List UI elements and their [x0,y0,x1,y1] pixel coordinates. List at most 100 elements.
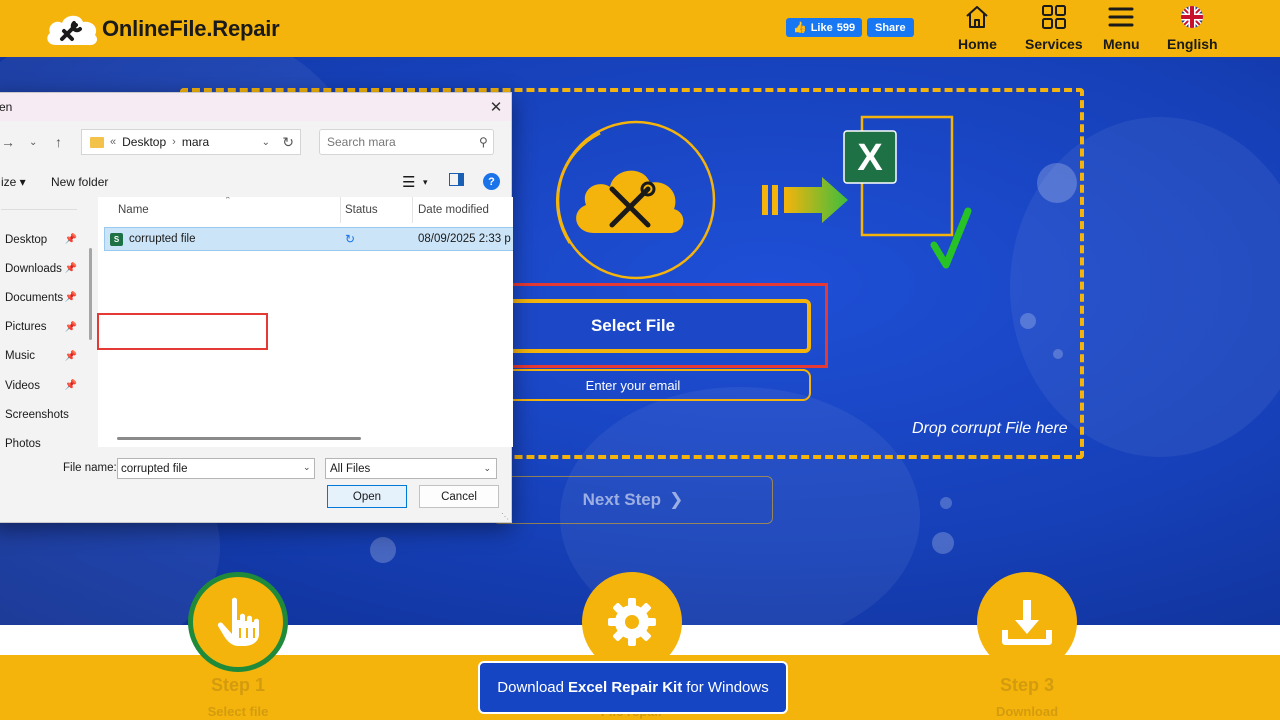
file-name-input[interactable] [117,458,315,479]
preview-pane-icon[interactable] [449,173,464,186]
file-date: 08/09/2025 2:33 p [418,233,511,245]
brand-name: OnlineFile.Repair [102,16,280,41]
sidebar-scrollbar[interactable] [89,248,92,340]
sort-up-icon: ⌃ [224,197,232,205]
new-folder-button[interactable]: New folder [51,175,108,189]
facebook-share-button[interactable]: Share [867,18,914,37]
download-product: Excel Repair Kit [567,679,683,696]
file-name: corrupted file [129,233,196,245]
file-list-horizontal-scrollbar[interactable] [117,437,361,440]
sidebar-item-photos[interactable]: Photos [0,429,87,458]
excel-file-icon: S [110,232,123,246]
sidebar-item-label: Downloads [5,262,62,275]
uk-flag-icon [1181,6,1204,28]
brand-logo[interactable]: OnlineFile.Repair [44,9,280,49]
search-input[interactable] [319,129,494,155]
nav-services-label: Services [1025,36,1083,52]
breadcrumb-mara[interactable]: mara [182,135,209,149]
file-row-highlight-box [97,313,268,350]
pin-icon: 📌 [64,263,77,275]
up-arrow-icon[interactable]: ↑ [55,129,62,155]
sidebar-item-music[interactable]: Music 📌 [0,342,87,371]
sidebar-item-downloads[interactable]: Downloads 📌 [0,254,87,283]
sidebar-item-screenshots[interactable]: Screenshots [0,400,87,429]
cloud-wrench-logo-icon [47,15,98,46]
breadcrumb-desktop[interactable]: Desktop [122,135,166,149]
drop-hint-text: Drop corrupt File here [912,420,1068,437]
help-icon[interactable]: ? [483,173,500,190]
dialog-title-bar: en ✕ [0,93,511,121]
nav-language[interactable]: English [1167,4,1218,52]
file-name-label: File name: [63,462,117,474]
sidebar-item-label: Documents [5,291,64,304]
sidebar-item-label: Videos [5,379,40,392]
step-1-circle [188,572,288,672]
nav-services[interactable]: Services [1025,4,1083,52]
pin-icon: 📌 [64,234,77,246]
sidebar-item-label: Music [5,350,36,363]
thumbs-up-icon: 👍 [793,22,807,34]
pin-icon: 📌 [64,350,77,362]
pin-icon: 📌 [64,292,77,304]
organize-button[interactable]: ize ▾ [1,175,26,189]
file-list-header: Name ⌃ Status Date modified [98,197,513,223]
step-1-sub: Select file [207,704,269,719]
download-repair-kit-button[interactable]: Download Excel Repair Kit for Windows [478,661,788,714]
column-status[interactable]: Status [345,204,378,216]
sidebar-item-label: Desktop [5,233,48,246]
sidebar-item-pictures[interactable]: Pictures 📌 [0,313,87,342]
nav-menu-label: Menu [1103,36,1140,52]
sidebar-item-label: Pictures [5,321,47,334]
file-type-select[interactable]: All Files ⌄ [325,458,497,479]
cancel-button[interactable]: Cancel [419,485,499,508]
step-2-circle [582,572,682,672]
fb-like-label: Like [810,21,833,34]
file-row[interactable]: S corrupted file ↻ 08/09/2025 2:33 p [104,227,513,251]
sidebar-item-desktop[interactable]: Desktop 📌 [0,225,87,254]
column-name[interactable]: Name [118,204,149,216]
forward-arrow-icon[interactable]: → [1,129,15,155]
organize-label: ize [1,175,17,189]
sidebar-item-documents[interactable]: Documents 📌 [0,283,87,312]
step-3-circle [977,572,1077,672]
view-options-icon[interactable]: ☰ [402,173,415,191]
refresh-icon[interactable]: ↻ [282,134,294,151]
nav-menu[interactable]: Menu [1103,4,1140,52]
nav-home[interactable]: Home [958,4,997,52]
breadcrumb-separator-icon: › [172,136,176,148]
download-suffix: for Windows [686,679,769,696]
step-1-label: Step 1 [210,675,266,695]
folder-icon [90,136,104,148]
sidebar-item-videos[interactable]: Videos 📌 [0,371,87,400]
excel-letter: X [857,136,883,179]
home-icon [966,6,989,28]
download-icon [1002,600,1052,645]
step-3-label: Step 3 [999,675,1055,695]
file-type-value: All Files [330,462,371,475]
resize-grip-icon[interactable]: ⋱ [501,512,509,521]
pin-icon: 📌 [64,380,77,392]
address-dropdown-icon[interactable]: ⌄ [262,137,270,148]
close-icon[interactable]: ✕ [487,98,505,116]
open-button[interactable]: Open [327,485,407,508]
pointer-hand-icon [217,597,259,646]
dialog-command-bar: ize ▾ New folder ☰ ▾ ? [0,167,511,197]
address-bar[interactable]: « Desktop › mara ⌄ ↻ [81,129,301,155]
next-step-label: Next Step [582,490,662,509]
cloud-repair-tools-icon [555,120,716,280]
chevron-down-icon: ⌄ [483,463,491,473]
open-file-dialog: en ✕ → ⌄ ↑ « Desktop › mara ⌄ ↻ ⚲ ize ▾ … [0,92,513,523]
grid-icon [1041,5,1066,29]
view-dropdown-icon[interactable]: ▾ [423,177,428,188]
nav-language-label: English [1167,36,1218,52]
next-step-button[interactable]: Next Step ❯ [493,476,773,524]
decorative-dot [932,532,954,554]
column-date-modified[interactable]: Date modified [418,204,489,216]
pin-icon: 📌 [64,321,77,333]
download-prefix: Download [497,679,564,696]
breadcrumb-overflow-icon: « [110,136,117,148]
file-name-dropdown-icon[interactable]: ⌄ [303,462,311,473]
history-chevron-icon[interactable]: ⌄ [29,129,37,155]
nav-home-label: Home [958,36,997,52]
facebook-like-button[interactable]: 👍 Like 599 [786,18,863,37]
